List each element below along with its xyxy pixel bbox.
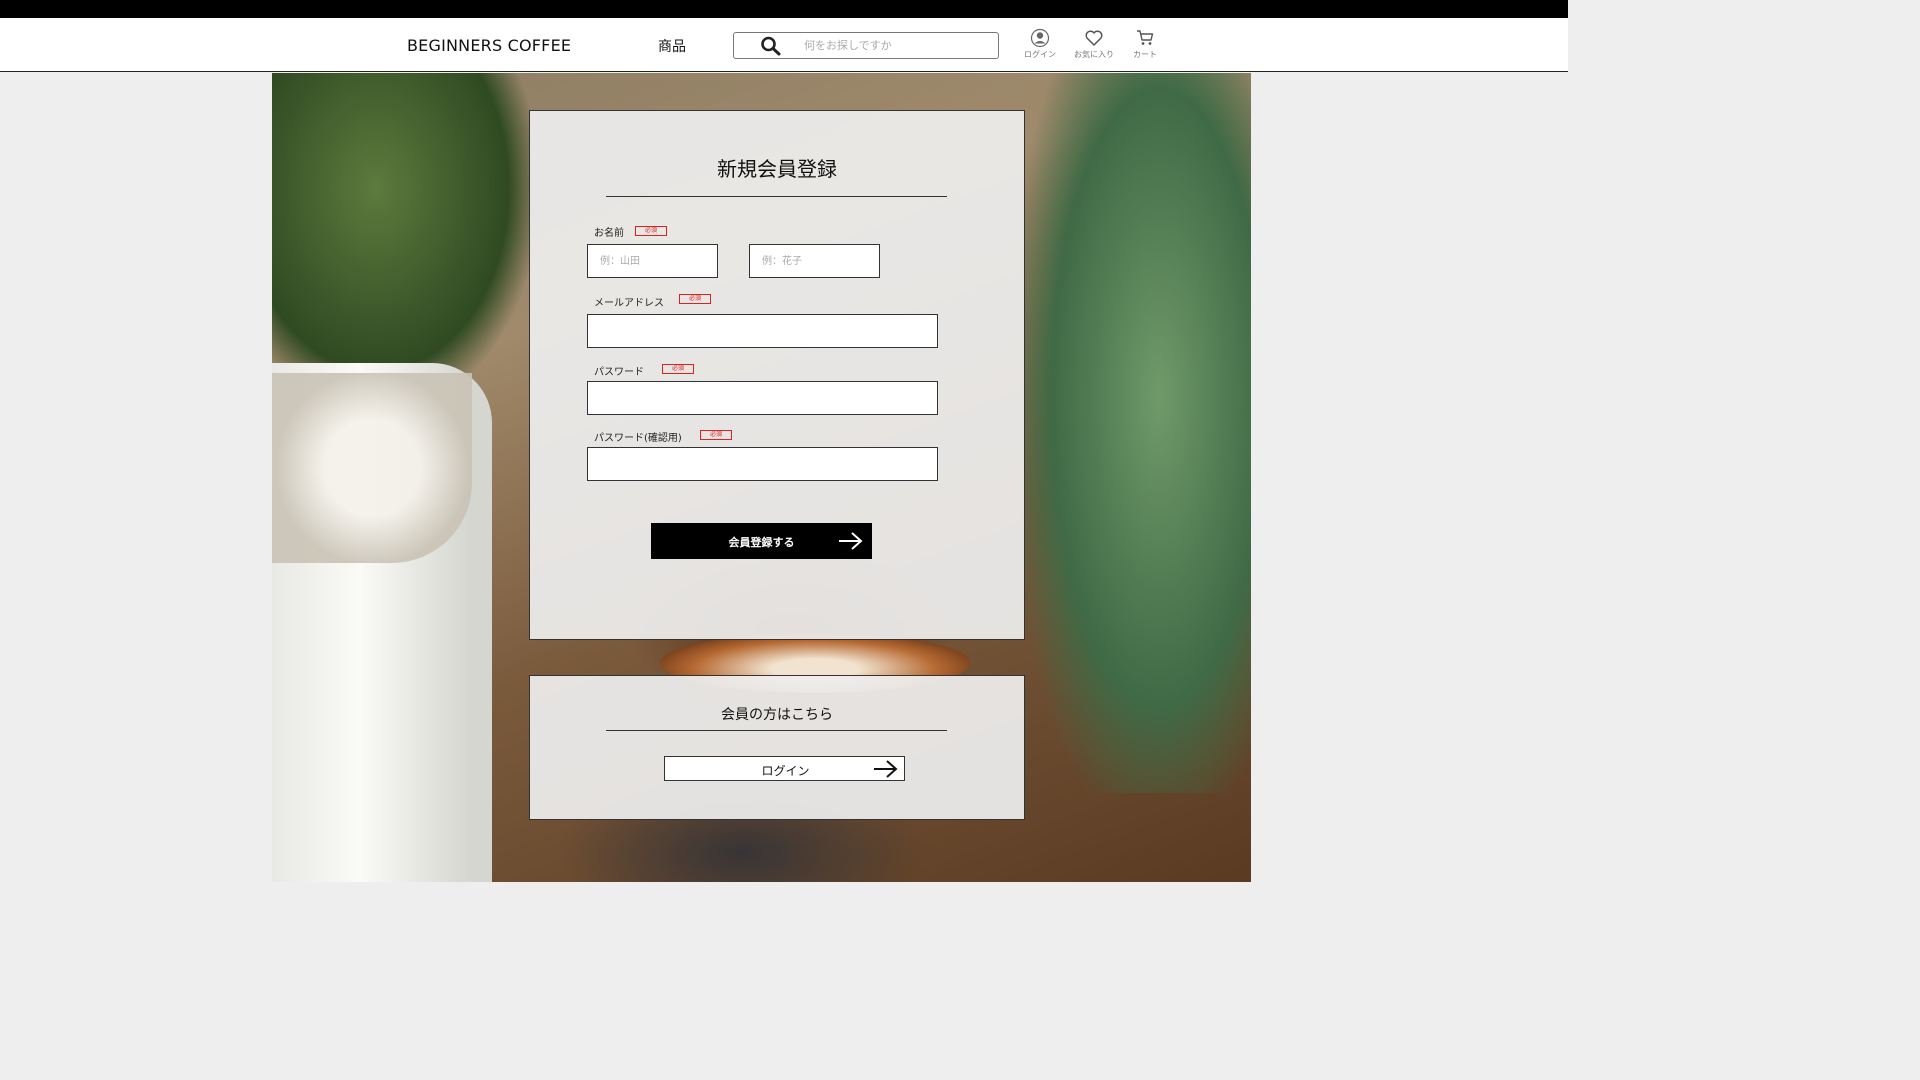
- member-title: 会員の方はこちら: [721, 707, 833, 723]
- required-badge: 必須: [679, 294, 711, 304]
- arrow-right-icon: [839, 532, 863, 550]
- header-login-label: ログイン: [1024, 50, 1056, 59]
- rosemary-plant-decor: [1021, 73, 1251, 793]
- pebbles-decor: [272, 373, 472, 563]
- heart-icon: [1085, 30, 1103, 46]
- member-divider: [606, 730, 947, 731]
- registration-card: 新規会員登録 お名前 必須 メールアドレス 必須 パスワード 必須 パスワード(…: [529, 110, 1025, 640]
- header-cart-link[interactable]: カート: [1118, 28, 1172, 60]
- login-button[interactable]: ログイン: [664, 756, 905, 781]
- member-login-card: 会員の方はこちら ログイン: [529, 675, 1025, 820]
- email-input[interactable]: [587, 314, 938, 348]
- title-divider: [606, 196, 947, 197]
- brand-logo[interactable]: BEGINNERS COFFEE: [407, 36, 571, 55]
- login-button-label: ログイン: [761, 764, 810, 778]
- search-bar[interactable]: [733, 32, 999, 59]
- first-name-input[interactable]: [749, 244, 880, 278]
- required-badge: 必須: [700, 430, 732, 440]
- required-badge: 必須: [635, 226, 667, 236]
- header-cart-label: カート: [1133, 50, 1157, 59]
- cart-icon: [1137, 30, 1154, 45]
- password-label: パスワード: [594, 367, 644, 378]
- header-login-link[interactable]: ログイン: [1013, 28, 1067, 60]
- user-icon: [1030, 28, 1050, 48]
- search-input[interactable]: [804, 36, 984, 54]
- nav-products-link[interactable]: 商品: [658, 36, 686, 56]
- password-input[interactable]: [587, 381, 938, 415]
- name-label: お名前: [594, 228, 624, 239]
- last-name-input[interactable]: [587, 244, 718, 278]
- top-black-bar: [0, 0, 1568, 18]
- registration-title: 新規会員登録: [717, 157, 837, 181]
- site-header: BEGINNERS COFFEE 商品 ログイン お気に入り カート: [0, 18, 1568, 72]
- plant-leaves-decor: [272, 73, 532, 403]
- arrow-right-icon: [874, 760, 898, 778]
- header-favorites-link[interactable]: お気に入り: [1067, 28, 1121, 60]
- search-icon[interactable]: [760, 36, 782, 60]
- password-confirm-input[interactable]: [587, 447, 938, 481]
- password-confirm-label: パスワード(確認用): [594, 433, 682, 444]
- header-favorites-label: お気に入り: [1074, 50, 1114, 59]
- register-submit-button[interactable]: 会員登録する: [651, 523, 872, 559]
- required-badge: 必須: [662, 364, 694, 374]
- email-label: メールアドレス: [594, 298, 664, 309]
